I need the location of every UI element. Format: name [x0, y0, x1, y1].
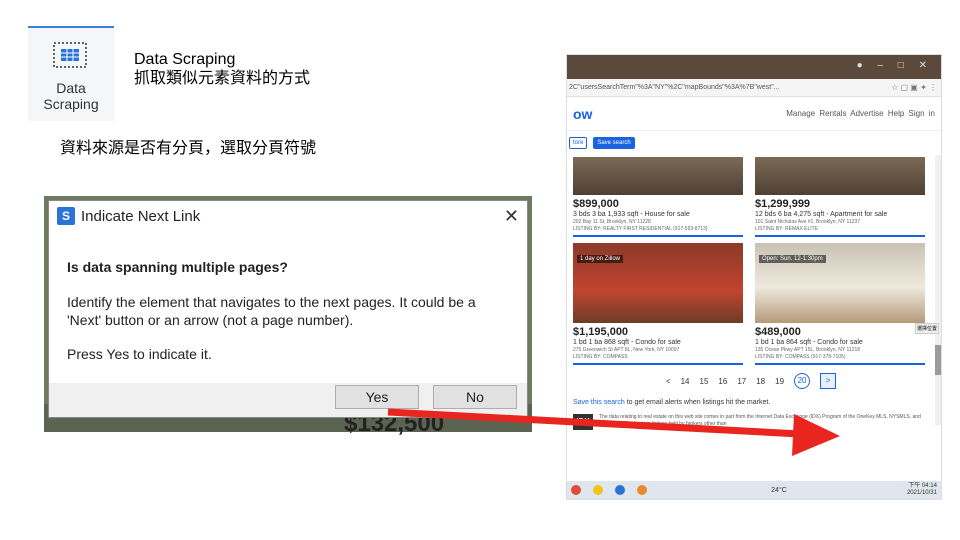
page-link[interactable]: 19: [775, 377, 784, 386]
listing-details: 1 bd 1 ba 868 sqft - Condo for sale: [573, 339, 681, 346]
page-prev[interactable]: <: [666, 377, 671, 386]
table-scrape-icon: [53, 42, 87, 68]
chrome-icon[interactable]: [571, 485, 581, 495]
page-link[interactable]: 15: [700, 377, 709, 386]
listing-price: $489,000: [755, 326, 801, 338]
nav-links: Manage Rentals Advertise Help Sign in: [786, 109, 935, 118]
nav-sign-in[interactable]: Sign in: [909, 109, 935, 118]
listing-details: 1 bd 1 ba 864 sqft - Condo for sale: [755, 339, 863, 346]
listing-photo: [573, 157, 743, 195]
page-link[interactable]: 18: [756, 377, 765, 386]
listing-broker: LISTING BY: REALTY FIRST RESIDENTIAL (91…: [573, 226, 708, 232]
address-bar[interactable]: 2C"usersSearchTerm"%3A"NY"%2C"mapBounds"…: [567, 79, 941, 97]
listing-photo: [755, 157, 925, 195]
listing-address: 202 Bay 11 St, Brooklyn, NY 11228: [573, 219, 651, 225]
clock: 下午 04:14 2021/10/31: [907, 483, 937, 497]
save-search-link[interactable]: Save this search: [573, 399, 625, 406]
browser-screenshot: ● – □ ✕ 2C"usersSearchTerm"%3A"NY"%2C"ma…: [566, 54, 942, 500]
listing-row: $899,000 3 bds 3 ba 1,933 sqft - House f…: [573, 157, 929, 237]
listing-broker: LISTING BY: COMPASS: [573, 354, 628, 360]
nav-advertise[interactable]: Advertise: [850, 109, 883, 118]
nav-manage-rentals[interactable]: Manage Rentals: [786, 109, 846, 118]
browser-titlebar: ● – □ ✕: [567, 55, 941, 79]
listing-tag: Open: Sun. 12-1:30pm: [759, 255, 826, 263]
more-filter-chip[interactable]: tore: [569, 137, 588, 149]
scrollbar[interactable]: [935, 155, 941, 425]
listing-photo: 1 day on Zillow: [573, 243, 743, 323]
listing-card[interactable]: $899,000 3 bds 3 ba 1,933 sqft - House f…: [573, 157, 743, 237]
dialog-instruction: Identify the element that navigates to t…: [67, 294, 476, 328]
idx-disclaimer: IDX The data relating to real estate on …: [573, 414, 935, 430]
tool-label-line2: Scraping: [43, 96, 99, 112]
dialog-titlebar: S Indicate Next Link ✕: [49, 201, 527, 231]
listing-broker: LISTING BY: REMAX ELITE: [755, 226, 819, 232]
listing-price: $1,195,000: [573, 326, 629, 338]
page-current[interactable]: 20: [794, 373, 811, 389]
dialog-buttons: Yes No: [335, 385, 517, 409]
heading-title: Data Scraping: [134, 51, 236, 68]
listing-details: 12 bds 6 ba 4,275 sqft - Apartment for s…: [755, 211, 888, 218]
listing-tag: 1 day on Zillow: [577, 255, 624, 263]
taskbar: 24°C 下午 04:14 2021/10/31: [567, 481, 941, 499]
page-link[interactable]: 16: [718, 377, 727, 386]
no-button[interactable]: No: [433, 385, 517, 409]
page-link[interactable]: 14: [681, 377, 690, 386]
window-controls[interactable]: ● – □ ✕: [857, 60, 933, 71]
float-location-button[interactable]: 選擇位置: [914, 323, 939, 334]
dialog-title: Indicate Next Link: [81, 207, 201, 225]
listing-details: 3 bds 3 ba 1,933 sqft - House for sale: [573, 211, 690, 218]
data-scraping-tool-button[interactable]: Data Scraping: [28, 26, 114, 121]
dialog-body: Is data spanning multiple pages? Identif…: [49, 231, 527, 383]
listing-address: 135 Ocean Pkwy APT 15L, Brooklyn, NY 112…: [755, 347, 861, 353]
scrollbar-thumb[interactable]: [935, 345, 941, 375]
save-search-button[interactable]: Save search: [593, 137, 635, 149]
uipath-icon[interactable]: [615, 485, 625, 495]
tool-label: Data Scraping: [28, 80, 114, 112]
page-next-button[interactable]: >: [820, 373, 837, 389]
save-search-text: to get email alerts when listings hit th…: [624, 399, 771, 406]
idx-text: The data relating to real estate on this…: [599, 414, 921, 427]
listing-broker: LISTING BY: COMPASS (917-378-7105): [755, 354, 846, 360]
site-navbar: ow Manage Rentals Advertise Help Sign in: [567, 97, 941, 131]
nav-help[interactable]: Help: [888, 109, 904, 118]
weather-readout: 24°C: [771, 486, 787, 494]
idx-logo: IDX: [573, 414, 593, 430]
app-icon[interactable]: [637, 485, 647, 495]
listing-grid: $899,000 3 bds 3 ba 1,933 sqft - House f…: [567, 155, 941, 389]
dialog-screenshot: $132,500 S Indicate Next Link ✕ Is data …: [44, 196, 532, 437]
listing-photo: Open: Sun. 12-1:30pm: [755, 243, 925, 323]
listing-address: 275 Greenwich St APT 8L, New York, NY 10…: [573, 347, 680, 353]
clock-date: 2021/10/31: [906, 490, 937, 496]
indicate-next-link-dialog: S Indicate Next Link ✕ Is data spanning …: [48, 200, 528, 418]
listing-card[interactable]: $1,299,999 12 bds 6 ba 4,275 sqft - Apar…: [755, 157, 925, 237]
listing-address: 101 Saint Nicholas Ave #1, Brooklyn, NY …: [755, 219, 861, 225]
listing-price: $1,299,999: [755, 198, 811, 210]
close-icon[interactable]: ✕: [504, 206, 519, 227]
listing-card[interactable]: Open: Sun. 12-1:30pm $489,000 1 bd 1 ba …: [755, 243, 925, 365]
dialog-question: Is data spanning multiple pages?: [67, 259, 288, 275]
heading: Data Scraping 抓取類似元素資料的方式: [134, 50, 310, 88]
listing-price: $899,000: [573, 198, 619, 210]
tool-label-line1: Data: [56, 80, 86, 96]
dialog-hint: Press Yes to indicate it.: [67, 346, 212, 362]
site-logo[interactable]: ow: [573, 106, 592, 122]
caption: 資料來源是否有分頁，選取分頁符號: [60, 140, 317, 157]
yes-button[interactable]: Yes: [335, 385, 419, 409]
listing-row: 1 day on Zillow $1,195,000 1 bd 1 ba 868…: [573, 243, 929, 365]
uipath-logo-icon: S: [57, 207, 75, 225]
extension-icons[interactable]: ☆ ▢ ▣ ✦ ⋮: [891, 83, 941, 92]
pagination: < 14 15 16 17 18 19 20 >: [573, 373, 929, 389]
page-link[interactable]: 17: [737, 377, 746, 386]
folder-icon[interactable]: [593, 485, 603, 495]
heading-subtitle: 抓取類似元素資料的方式: [134, 70, 311, 87]
listing-card[interactable]: 1 day on Zillow $1,195,000 1 bd 1 ba 868…: [573, 243, 743, 365]
address-url: 2C"usersSearchTerm"%3A"NY"%2C"mapBounds"…: [569, 84, 780, 91]
save-search-line: Save this search to get email alerts whe…: [573, 399, 941, 406]
filter-bar: tore Save search: [567, 131, 941, 155]
clock-time: 下午 04:14: [908, 483, 937, 489]
